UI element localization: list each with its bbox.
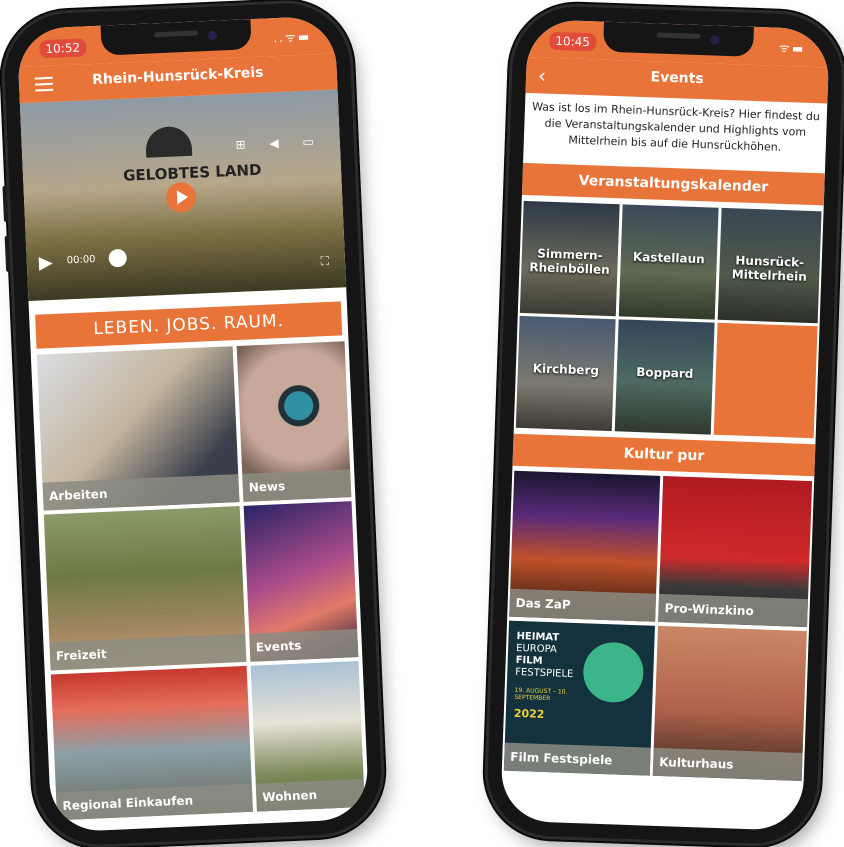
phone-right: 10:45 ᯤ▬ ‹ Events Was ist los im Rhein-H… <box>485 4 844 846</box>
poster-europa: EUROPA <box>515 642 557 656</box>
tile-kulturhaus-oberwesel[interactable]: Kulturhaus Oberwesel <box>652 625 807 781</box>
tile-label: Freizeit <box>49 633 247 671</box>
status-time: 10:45 <box>549 31 597 52</box>
tile-arbeiten[interactable]: Arbeiten <box>36 346 240 511</box>
banner: LEBEN. JOBS. RAUM. <box>35 301 343 349</box>
tile-kastellaun[interactable]: Kastellaun <box>618 204 719 320</box>
tile-label: Wohnen <box>255 778 365 812</box>
tile-label: Pro-Winzkino <box>658 593 809 628</box>
poster-heimat: HEIMAT <box>516 630 560 644</box>
tile-label: News <box>242 469 352 502</box>
poster-circle-graphic <box>582 641 645 704</box>
tile-label: Simmern-Rheinböllen <box>529 246 610 277</box>
tile-boppard[interactable]: Boppard <box>614 319 715 435</box>
calendar-header: Veranstaltungskalender <box>521 162 825 206</box>
volume-down-button <box>4 235 11 273</box>
tile-events[interactable]: Events <box>243 501 359 662</box>
tile-empty <box>713 322 818 439</box>
poster-year: 2022 <box>513 706 545 721</box>
tile-simmern-rheinboellen[interactable]: Simmern-Rheinböllen <box>519 200 620 317</box>
signal-wifi-battery-icon: ..ᯤ▬ <box>273 29 312 46</box>
poster-film: FILM <box>515 654 543 667</box>
tile-label: Hunsrück-Mittelrhein <box>731 253 808 284</box>
fullscreen-icon[interactable]: ⛶ <box>320 254 329 269</box>
video-logo: GELOBTES LAND <box>122 160 262 185</box>
culture-header: Kultur pur <box>512 433 816 477</box>
tile-das-zap[interactable]: Das ZaP <box>509 470 661 622</box>
tile-label: Kastellaun <box>632 249 705 267</box>
notch <box>602 21 754 57</box>
play-icon[interactable]: ▶ <box>38 252 53 274</box>
poster-festspiele: FESTSPIELE <box>515 666 574 680</box>
tile-film-festspiele[interactable]: HEIMAT EUROPA FILM FESTSPIELE 19. AUGUST… <box>503 620 655 776</box>
tile-label: Kirchberg <box>532 361 600 378</box>
tile-regional-einkaufen[interactable]: Regional Einkaufen <box>50 665 253 821</box>
tile-hunsrueck-mittelrhein[interactable]: Hunsrück-Mittelrhein <box>717 207 822 324</box>
tile-label: Film Festspiele <box>503 742 651 776</box>
logo-sun-icon <box>145 125 193 158</box>
tile-wohnen[interactable]: Wohnen <box>250 661 365 812</box>
audio-cast-icons[interactable]: ⊞ ◀︎ ▭ <box>235 134 324 152</box>
play-button[interactable] <box>165 181 197 213</box>
screen-right: 10:45 ᯤ▬ ‹ Events Was ist los im Rhein-H… <box>500 18 830 832</box>
tile-label: Regional Einkaufen <box>55 783 253 821</box>
tile-kirchberg[interactable]: Kirchberg <box>515 315 616 432</box>
tile-label: Events <box>249 629 359 662</box>
tile-label: Boppard <box>636 364 694 381</box>
tile-label: Das ZaP <box>509 588 657 622</box>
screen-left: 10:52 ..ᯤ▬ Rhein-Hunsrück-Kreis GELOBTES… <box>16 15 370 833</box>
tile-freizeit[interactable]: Freizeit <box>43 506 247 671</box>
app-title: Events <box>650 69 704 88</box>
seek-slider-knob[interactable] <box>108 248 128 268</box>
tile-news[interactable]: News <box>236 341 352 502</box>
intro-text: Was ist los im Rhein-Hunsrück-Kreis? Hie… <box>531 100 821 154</box>
video-player[interactable]: GELOBTES LAND ⊞ ◀︎ ▭ ▶ 00:00 ⛶ <box>19 89 347 302</box>
video-time: 00:00 <box>66 254 96 267</box>
tile-label: Arbeiten <box>42 474 240 511</box>
tile-pro-winzkino[interactable]: Pro-Winzkino <box>658 475 813 628</box>
wifi-battery-icon: ᯤ▬ <box>778 40 806 56</box>
poster-dates: 19. AUGUST – 10. SEPTEMBER <box>514 686 568 703</box>
tile-label: Kulturhaus Oberwesel <box>652 747 803 781</box>
app-title: Rhein-Hunsrück-Kreis <box>91 64 264 89</box>
phone-left: 10:52 ..ᯤ▬ Rhein-Hunsrück-Kreis GELOBTES… <box>2 0 384 847</box>
volume-up-button <box>2 185 9 223</box>
status-time: 10:52 <box>39 38 87 59</box>
